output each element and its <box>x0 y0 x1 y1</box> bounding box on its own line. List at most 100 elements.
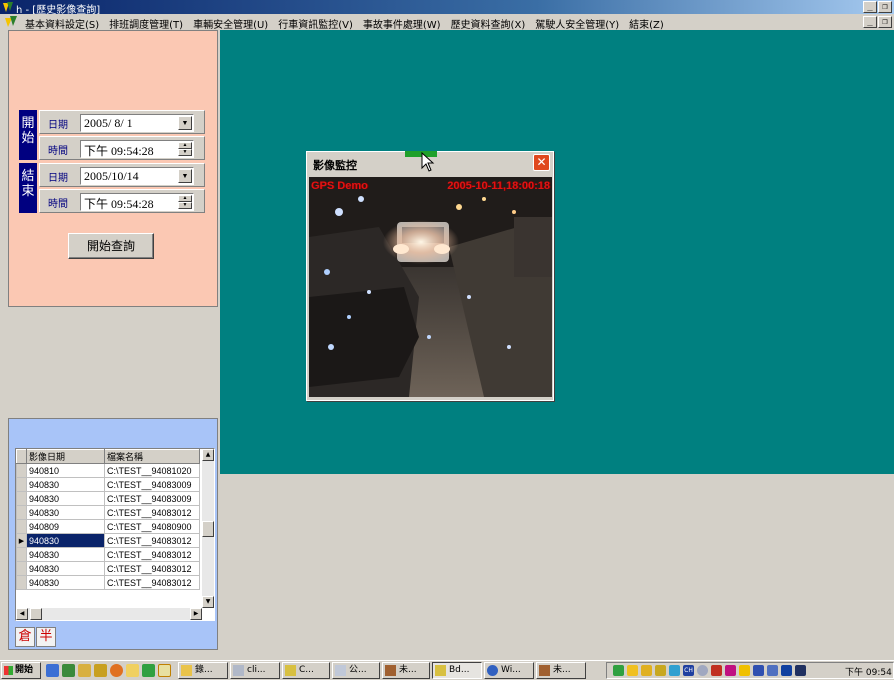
menu-history-query[interactable]: 歷史資料查詢(X) <box>446 16 531 31</box>
pen-icon[interactable] <box>94 664 107 677</box>
cell-date[interactable]: 940830 <box>26 547 105 562</box>
desktop-icon[interactable] <box>62 664 75 677</box>
task-button[interactable]: 錄... <box>178 662 228 679</box>
app-icon[interactable] <box>142 664 155 677</box>
start-time-picker[interactable]: 下午 09:54:28 ▲ ▼ <box>80 140 194 158</box>
minimize-button[interactable]: _ <box>863 1 877 13</box>
task-button[interactable]: Wi... <box>484 662 534 679</box>
ime-input-mode[interactable]: 倉 <box>15 627 35 647</box>
row-selector[interactable] <box>16 463 27 478</box>
task-button-active[interactable]: Bd... <box>432 662 482 679</box>
table-row-selected[interactable]: ▶ 940830 C:\TEST__94083012 <box>16 533 200 548</box>
tray-icon[interactable] <box>725 665 736 676</box>
ie-icon[interactable] <box>46 664 59 677</box>
cell-date[interactable]: 940830 <box>26 477 105 492</box>
cell-date[interactable]: 940830 <box>26 575 105 590</box>
spin-down-icon[interactable]: ▼ <box>178 149 192 156</box>
table-row[interactable]: 940830 C:\TEST__94083012 <box>16 547 200 562</box>
menu-driving-monitor[interactable]: 行車資訊監控(V) <box>273 16 358 31</box>
row-selector[interactable] <box>16 477 27 492</box>
cell-filename[interactable]: C:\TEST__94083012 <box>104 575 200 590</box>
explorer-icon[interactable] <box>78 664 91 677</box>
end-time-picker[interactable]: 下午 09:54:28 ▲ ▼ <box>80 193 194 211</box>
tray-icon[interactable] <box>781 665 792 676</box>
task-button[interactable]: C... <box>282 662 330 679</box>
cell-date[interactable]: 940810 <box>26 463 105 478</box>
task-button[interactable]: 未... <box>536 662 586 679</box>
cell-filename[interactable]: C:\TEST__94083012 <box>104 561 200 576</box>
tray-icon[interactable] <box>711 665 722 676</box>
spin-up-icon[interactable]: ▲ <box>178 142 192 149</box>
task-button[interactable]: 未... <box>382 662 430 679</box>
row-selector[interactable] <box>16 505 27 520</box>
table-row[interactable]: 940809 C:\TEST__94080900 <box>16 519 200 534</box>
close-button[interactable]: ✕ <box>533 154 550 171</box>
cell-filename[interactable]: C:\TEST__94083012 <box>104 533 200 548</box>
cell-filename[interactable]: C:\TEST__94083012 <box>104 505 200 520</box>
scroll-up-icon[interactable]: ▲ <box>202 449 214 461</box>
child-minimize-button[interactable]: _ <box>863 16 877 28</box>
row-selector[interactable] <box>16 519 27 534</box>
table-row[interactable]: 940830 C:\TEST__94083012 <box>16 505 200 520</box>
cell-filename[interactable]: C:\TEST__94083012 <box>104 547 200 562</box>
menu-exit[interactable]: 結束(Z) <box>624 16 669 31</box>
tray-icon[interactable] <box>697 665 708 676</box>
cell-date[interactable]: 940830 <box>26 491 105 506</box>
start-time-spinner[interactable]: ▲ ▼ <box>178 142 192 156</box>
task-button[interactable]: cli... <box>230 662 280 679</box>
child-restore-button[interactable]: ❐ <box>878 16 892 28</box>
ime-width-mode[interactable]: 半 <box>36 627 56 647</box>
cell-filename[interactable]: C:\TEST__94083009 <box>104 477 200 492</box>
folder-icon[interactable] <box>126 664 139 677</box>
horizontal-scrollbar[interactable]: ◀ ▶ <box>16 608 202 620</box>
menu-vehicle-safety[interactable]: 車輛安全管理(U) <box>188 16 273 31</box>
tray-icon[interactable] <box>753 665 764 676</box>
start-button[interactable]: 開始 <box>1 662 41 679</box>
table-row[interactable]: 940810 C:\TEST__94081020 <box>16 463 200 478</box>
media-icon[interactable] <box>110 664 123 677</box>
scroll-right-icon[interactable]: ▶ <box>190 608 202 620</box>
app-menu-icon[interactable] <box>4 15 18 28</box>
cell-date[interactable]: 940830 <box>26 505 105 520</box>
scroll-down-icon[interactable]: ▼ <box>202 596 214 608</box>
cell-date[interactable]: 940830 <box>26 533 105 548</box>
tray-icon[interactable] <box>739 665 750 676</box>
row-selector[interactable] <box>16 575 27 590</box>
tray-icon[interactable] <box>627 665 638 676</box>
row-selector[interactable] <box>16 561 27 576</box>
row-selector[interactable] <box>16 491 27 506</box>
end-date-picker[interactable]: 2005/10/14 ▼ <box>80 167 194 185</box>
cell-date[interactable]: 940830 <box>26 561 105 576</box>
tray-icon[interactable] <box>613 665 624 676</box>
table-row[interactable]: 940830 C:\TEST__94083009 <box>16 491 200 506</box>
row-pointer-icon[interactable]: ▶ <box>16 533 27 548</box>
clock-icon[interactable] <box>158 664 171 677</box>
menu-driver-safety[interactable]: 駕駛人安全管理(Y) <box>530 16 624 31</box>
tray-icon[interactable] <box>641 665 652 676</box>
menu-basic-settings[interactable]: 基本資料設定(S) <box>20 16 104 31</box>
vertical-scrollbar[interactable]: ▲ ▼ <box>202 449 214 608</box>
tray-icon[interactable] <box>669 665 680 676</box>
scroll-thumb[interactable] <box>202 521 214 537</box>
restore-button[interactable]: ❐ <box>878 1 892 13</box>
clock[interactable]: 下午 09:54 <box>845 665 892 678</box>
end-time-spinner[interactable]: ▲ ▼ <box>178 195 192 209</box>
chevron-down-icon[interactable]: ▼ <box>178 116 192 130</box>
menu-incident-handling[interactable]: 事故事件處理(W) <box>358 16 446 31</box>
cell-filename[interactable]: C:\TEST__94080900 <box>104 519 200 534</box>
table-row[interactable]: 940830 C:\TEST__94083012 <box>16 575 200 590</box>
ime-indicator[interactable]: 倉 半 <box>15 627 57 647</box>
ime-language-icon[interactable]: CH <box>683 665 694 676</box>
scroll-left-icon[interactable]: ◀ <box>16 608 28 620</box>
row-selector[interactable] <box>16 547 27 562</box>
spin-up-icon[interactable]: ▲ <box>178 195 192 202</box>
table-row[interactable]: 940830 C:\TEST__94083012 <box>16 561 200 576</box>
tray-icon[interactable] <box>655 665 666 676</box>
column-header-filename[interactable]: 檔案名稱 <box>104 449 200 464</box>
table-row[interactable]: 940830 C:\TEST__94083009 <box>16 477 200 492</box>
cell-date[interactable]: 940809 <box>26 519 105 534</box>
network-icon[interactable] <box>767 665 778 676</box>
cell-filename[interactable]: C:\TEST__94083009 <box>104 491 200 506</box>
video-monitor-window[interactable]: 影像監控 ✕ GPS Demo 2005-10-11,18:00:18 <box>306 151 554 401</box>
cell-filename[interactable]: C:\TEST__94081020 <box>104 463 200 478</box>
